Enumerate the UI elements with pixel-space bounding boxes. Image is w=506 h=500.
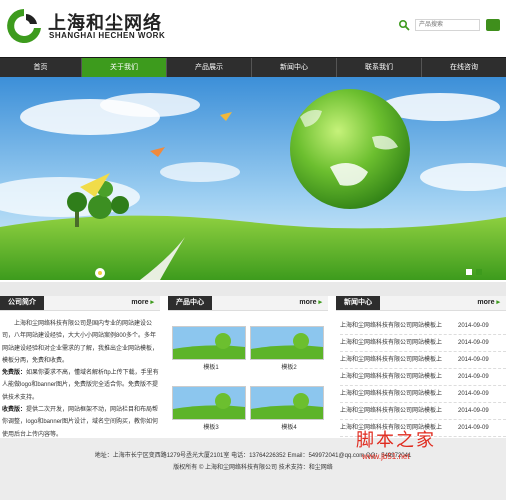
products-title: 产品中心 [168, 296, 212, 310]
news-item-title[interactable]: 上海和尘网络科技有限公司网站模板上 [340, 369, 456, 385]
news-item-date: 2014-09-09 [458, 357, 489, 363]
news-title: 新闻中心 [336, 296, 380, 310]
news-item-date: 2014-09-09 [458, 374, 489, 380]
product-caption: 模板4 [281, 425, 297, 431]
header: 上海和尘网络 SHANGHAI HECHEN WORK [0, 0, 506, 57]
search-icon [398, 19, 410, 31]
news-item[interactable]: 上海和尘网络科技有限公司网站模板上 2014-09-09 [340, 403, 506, 420]
about-paragraph: 收费版：提供二次开发，网站框架不动，网站栏目和布局帮你调整，logo和banne… [2, 404, 160, 441]
product-thumbnail[interactable] [172, 386, 246, 420]
about-paragraph-text: 提供二次开发，网站框架不动，网站栏目和布局帮你调整，logo和banner图片设… [2, 407, 159, 438]
about-title: 公司简介 [0, 296, 44, 310]
product-thumbnail[interactable] [172, 326, 246, 360]
nav-item-home[interactable]: 首页 [0, 58, 82, 78]
news-item[interactable]: 上海和尘网络科技有限公司网站模板上 2014-09-09 [340, 369, 506, 386]
news-item[interactable]: 上海和尘网络科技有限公司网站模板上 2014-09-09 [340, 352, 506, 369]
news-item-date: 2014-09-09 [458, 408, 489, 414]
banner-dot-active[interactable] [476, 269, 482, 275]
about-paragraph-text: 如果你要求不高，懂域名解析ftp上传下载，手里有人能做logo和banner图片… [2, 370, 159, 401]
about-header: 公司简介 more ▸ [0, 296, 160, 311]
about-text: 上海和尘网络科技有限公司是国内专业的网站建设公司，八年网站建设经验，大大小小网站… [2, 318, 160, 441]
watermark-url: www.jb51.net [362, 452, 410, 461]
main-nav: 首页 关于我们 产品展示 新闻中心 联系我们 在线咨询 [0, 57, 506, 78]
divider-bar [0, 282, 506, 296]
product-card[interactable]: 模板4 [250, 386, 328, 431]
arrow-right-icon: ▸ [318, 299, 322, 306]
about-more-label: more [131, 299, 149, 306]
news-more-label: more [477, 299, 495, 306]
product-thumbnail[interactable] [250, 386, 324, 420]
arrow-right-icon: ▸ [496, 299, 500, 306]
news-item[interactable]: 上海和尘网络科技有限公司网站模板上 2014-09-09 [340, 386, 506, 403]
about-more-link[interactable]: more ▸ [131, 296, 154, 310]
hero-banner[interactable] [0, 77, 506, 280]
banner-dot[interactable] [466, 269, 472, 275]
banner-image [0, 77, 506, 280]
news-item-date: 2014-09-09 [458, 323, 489, 329]
site-watermark: 脚本之家 www.jb51.net [356, 426, 436, 461]
search-button[interactable] [486, 19, 500, 31]
nav-item-products[interactable]: 产品展示 [167, 58, 252, 78]
product-card[interactable]: 模板3 [172, 386, 250, 431]
news-item[interactable]: 上海和尘网络科技有限公司网站模板上 2014-09-09 [340, 335, 506, 352]
arrow-right-icon: ▸ [150, 299, 154, 306]
news-list: 上海和尘网络科技有限公司网站模板上 2014-09-09 上海和尘网络科技有限公司… [340, 318, 506, 437]
news-item-title[interactable]: 上海和尘网络科技有限公司网站模板上 [340, 386, 456, 402]
nav-item-about[interactable]: 关于我们 [82, 58, 167, 78]
news-item-title[interactable]: 上海和尘网络科技有限公司网站模板上 [340, 318, 456, 334]
news-item-date: 2014-09-09 [458, 425, 489, 431]
about-lead: 免费版： [2, 370, 27, 377]
products-more-link[interactable]: more ▸ [299, 296, 322, 310]
product-caption: 模板1 [203, 365, 219, 371]
logo-icon [7, 9, 41, 43]
news-item-title[interactable]: 上海和尘网络科技有限公司网站模板上 [340, 335, 456, 351]
about-lead: 收费版： [2, 407, 27, 414]
product-card[interactable]: 模板2 [250, 326, 328, 371]
products-more-label: more [299, 299, 317, 306]
about-paragraph: 上海和尘网络科技有限公司是国内专业的网站建设公司，八年网站建设经验，大大小小网站… [2, 318, 160, 367]
product-caption: 模板3 [203, 425, 219, 431]
nav-item-contact[interactable]: 联系我们 [337, 58, 422, 78]
nav-item-consult[interactable]: 在线咨询 [422, 58, 506, 78]
footer-copyright: 版权所有 © 上海和尘网络科技有限公司 技术支持：和尘网络 [173, 465, 333, 471]
about-paragraph: 免费版：如果你要求不高，懂域名解析ftp上传下载，手里有人能做logo和bann… [2, 367, 160, 404]
search-input[interactable] [415, 19, 480, 31]
watermark-cn: 脚本之家 [356, 430, 436, 451]
news-header: 新闻中心 more ▸ [336, 296, 506, 311]
product-caption: 模板2 [281, 365, 297, 371]
news-item-date: 2014-09-09 [458, 340, 489, 346]
product-thumbnail[interactable] [250, 326, 324, 360]
search-box [398, 18, 502, 32]
about-paragraph-text: 上海和尘网络科技有限公司是国内专业的网站建设公司，八年网站建设经验，大大小小网站… [2, 321, 159, 364]
nav-item-news[interactable]: 新闻中心 [252, 58, 337, 78]
news-item-title[interactable]: 上海和尘网络科技有限公司网站模板上 [340, 352, 456, 368]
news-more-link[interactable]: more ▸ [477, 296, 500, 310]
news-item-date: 2014-09-09 [458, 391, 489, 397]
product-card[interactable]: 模板1 [172, 326, 250, 371]
products-header: 产品中心 more ▸ [168, 296, 328, 311]
news-item-title[interactable]: 上海和尘网络科技有限公司网站模板上 [340, 403, 456, 419]
news-item[interactable]: 上海和尘网络科技有限公司网站模板上 2014-09-09 [340, 318, 506, 335]
logo-title-en: SHANGHAI HECHEN WORK [49, 31, 166, 40]
